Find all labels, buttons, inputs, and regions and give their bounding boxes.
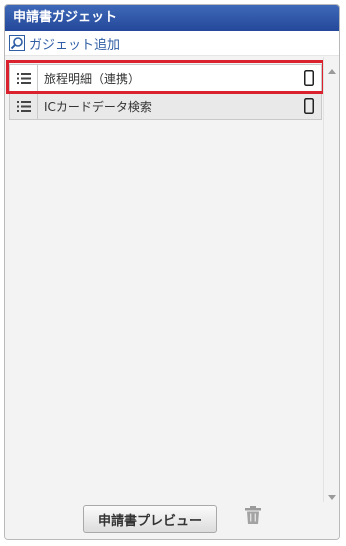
smartphone-icon (297, 98, 321, 114)
gadget-row-ic-card[interactable]: ICカードデータ検索 (9, 92, 322, 120)
trash-icon[interactable] (245, 506, 261, 524)
scrollbar[interactable] (323, 57, 339, 502)
add-gadget-label[interactable]: ガジェット追加 (29, 34, 120, 53)
search-add-icon (9, 35, 25, 51)
preview-button[interactable]: 申請書プレビュー (83, 505, 217, 533)
list-handle-icon[interactable] (10, 93, 38, 119)
gadget-panel: 申請書ガジェット ガジェット追加 旅程明細（連携） ICカードデータ検索 申請書… (4, 4, 340, 540)
list-handle-icon[interactable] (10, 65, 38, 91)
panel-footer: 申請書プレビュー (5, 502, 339, 539)
smartphone-icon (297, 70, 321, 86)
gadget-list: 旅程明細（連携） ICカードデータ検索 (5, 57, 325, 502)
scroll-up-arrow-icon[interactable] (328, 69, 336, 74)
gadget-label: ICカードデータ検索 (44, 99, 152, 114)
gadget-label: 旅程明細（連携） (44, 71, 141, 86)
add-gadget-link[interactable]: ガジェット追加 (5, 31, 339, 56)
gadget-row-ryotei[interactable]: 旅程明細（連携） (9, 64, 322, 92)
panel-title: 申請書ガジェット (5, 5, 339, 31)
scroll-down-arrow-icon[interactable] (328, 495, 336, 500)
